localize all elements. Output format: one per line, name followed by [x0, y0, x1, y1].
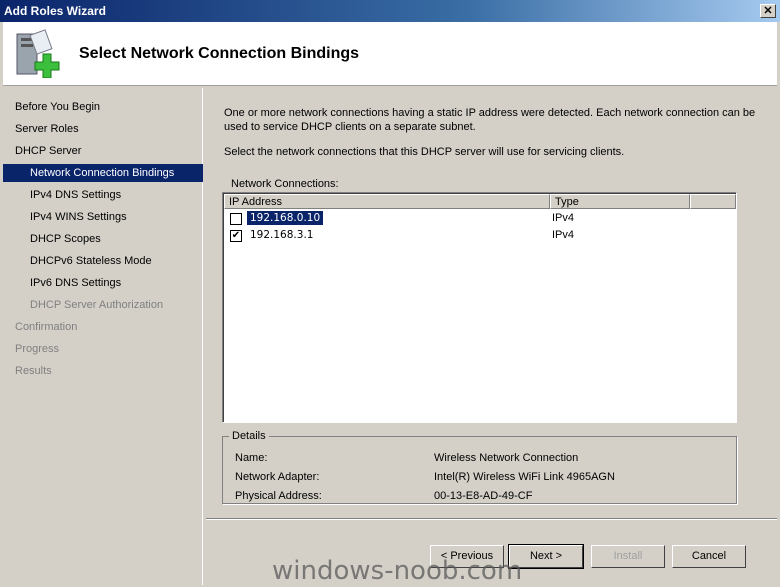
column-empty[interactable] [690, 194, 736, 209]
server-add-icon [16, 29, 60, 78]
wizard-steps: Before You Begin Server Roles DHCP Server N… [3, 88, 203, 585]
install-button[interactable]: Install [591, 545, 665, 568]
column-type[interactable]: Type [550, 194, 690, 209]
sidebar-item: DHCP Server Authorization [30, 299, 164, 311]
separator [206, 518, 777, 520]
details-group: Details Name: Wireless Network Connectio… [222, 430, 737, 504]
page-title: Select Network Connection Bindings [79, 45, 360, 62]
sidebar-item[interactable]: DHCPv6 Stateless Mode [3, 252, 203, 270]
sidebar-item[interactable]: IPv4 WINS Settings [3, 208, 203, 226]
cancel-button[interactable]: Cancel [672, 545, 746, 568]
details-title: Details [229, 430, 269, 442]
network-connections-list[interactable]: IP Address Type 192.168.0.10 IPv4 ✔ 192.… [222, 192, 737, 423]
row-checkbox[interactable]: ✔ [230, 230, 242, 242]
sidebar-item[interactable]: DHCP Server [3, 142, 203, 160]
window-title: Add Roles Wizard [4, 4, 106, 18]
column-ip-address[interactable]: IP Address [224, 194, 550, 209]
name-label: Name: [235, 452, 268, 464]
table-row[interactable]: 192.168.0.10 IPv4 [225, 210, 735, 227]
title-bar: Add Roles Wizard ✕ [0, 0, 780, 22]
mac-label: Physical Address: [235, 490, 322, 502]
network-connections-label: Network Connections: [231, 178, 339, 190]
row-checkbox[interactable] [230, 213, 242, 225]
sidebar-item[interactable]: DHCP Scopes [3, 230, 203, 248]
ip-address: 192.168.0.10 [247, 211, 324, 225]
ip-type: IPv4 [552, 229, 575, 241]
close-button[interactable]: ✕ [760, 4, 776, 18]
intro-text: One or more network connections having a… [224, 107, 756, 133]
wizard-header: Select Network Connection Bindings [3, 22, 777, 86]
sidebar-item[interactable]: Server Roles [3, 120, 203, 138]
sidebar-item[interactable]: IPv4 DNS Settings [3, 186, 203, 204]
mac-value: 00-13-E8-AD-49-CF [434, 490, 533, 502]
ip-type: IPv4 [552, 212, 575, 224]
main-panel: One or more network connections having a… [206, 88, 777, 585]
sidebar-item: Confirmation [15, 321, 78, 333]
sidebar-item: Results [15, 365, 52, 377]
sidebar-item[interactable]: Before You Begin [3, 98, 203, 116]
table-row[interactable]: ✔ 192.168.3.1 IPv4 [225, 227, 735, 244]
adapter-label: Network Adapter: [235, 471, 320, 483]
adapter-value: Intel(R) Wireless WiFi Link 4965AGN [434, 471, 615, 483]
sidebar-item: Progress [15, 343, 60, 355]
watermark: windows-noob.com [272, 556, 523, 586]
name-value: Wireless Network Connection [434, 452, 579, 464]
sidebar-item[interactable]: Network Connection Bindings [3, 164, 203, 182]
sidebar-item[interactable]: IPv6 DNS Settings [3, 274, 203, 292]
ip-address: 192.168.3.1 [250, 229, 314, 241]
instruction-text: Select the network connections that this… [224, 146, 625, 158]
